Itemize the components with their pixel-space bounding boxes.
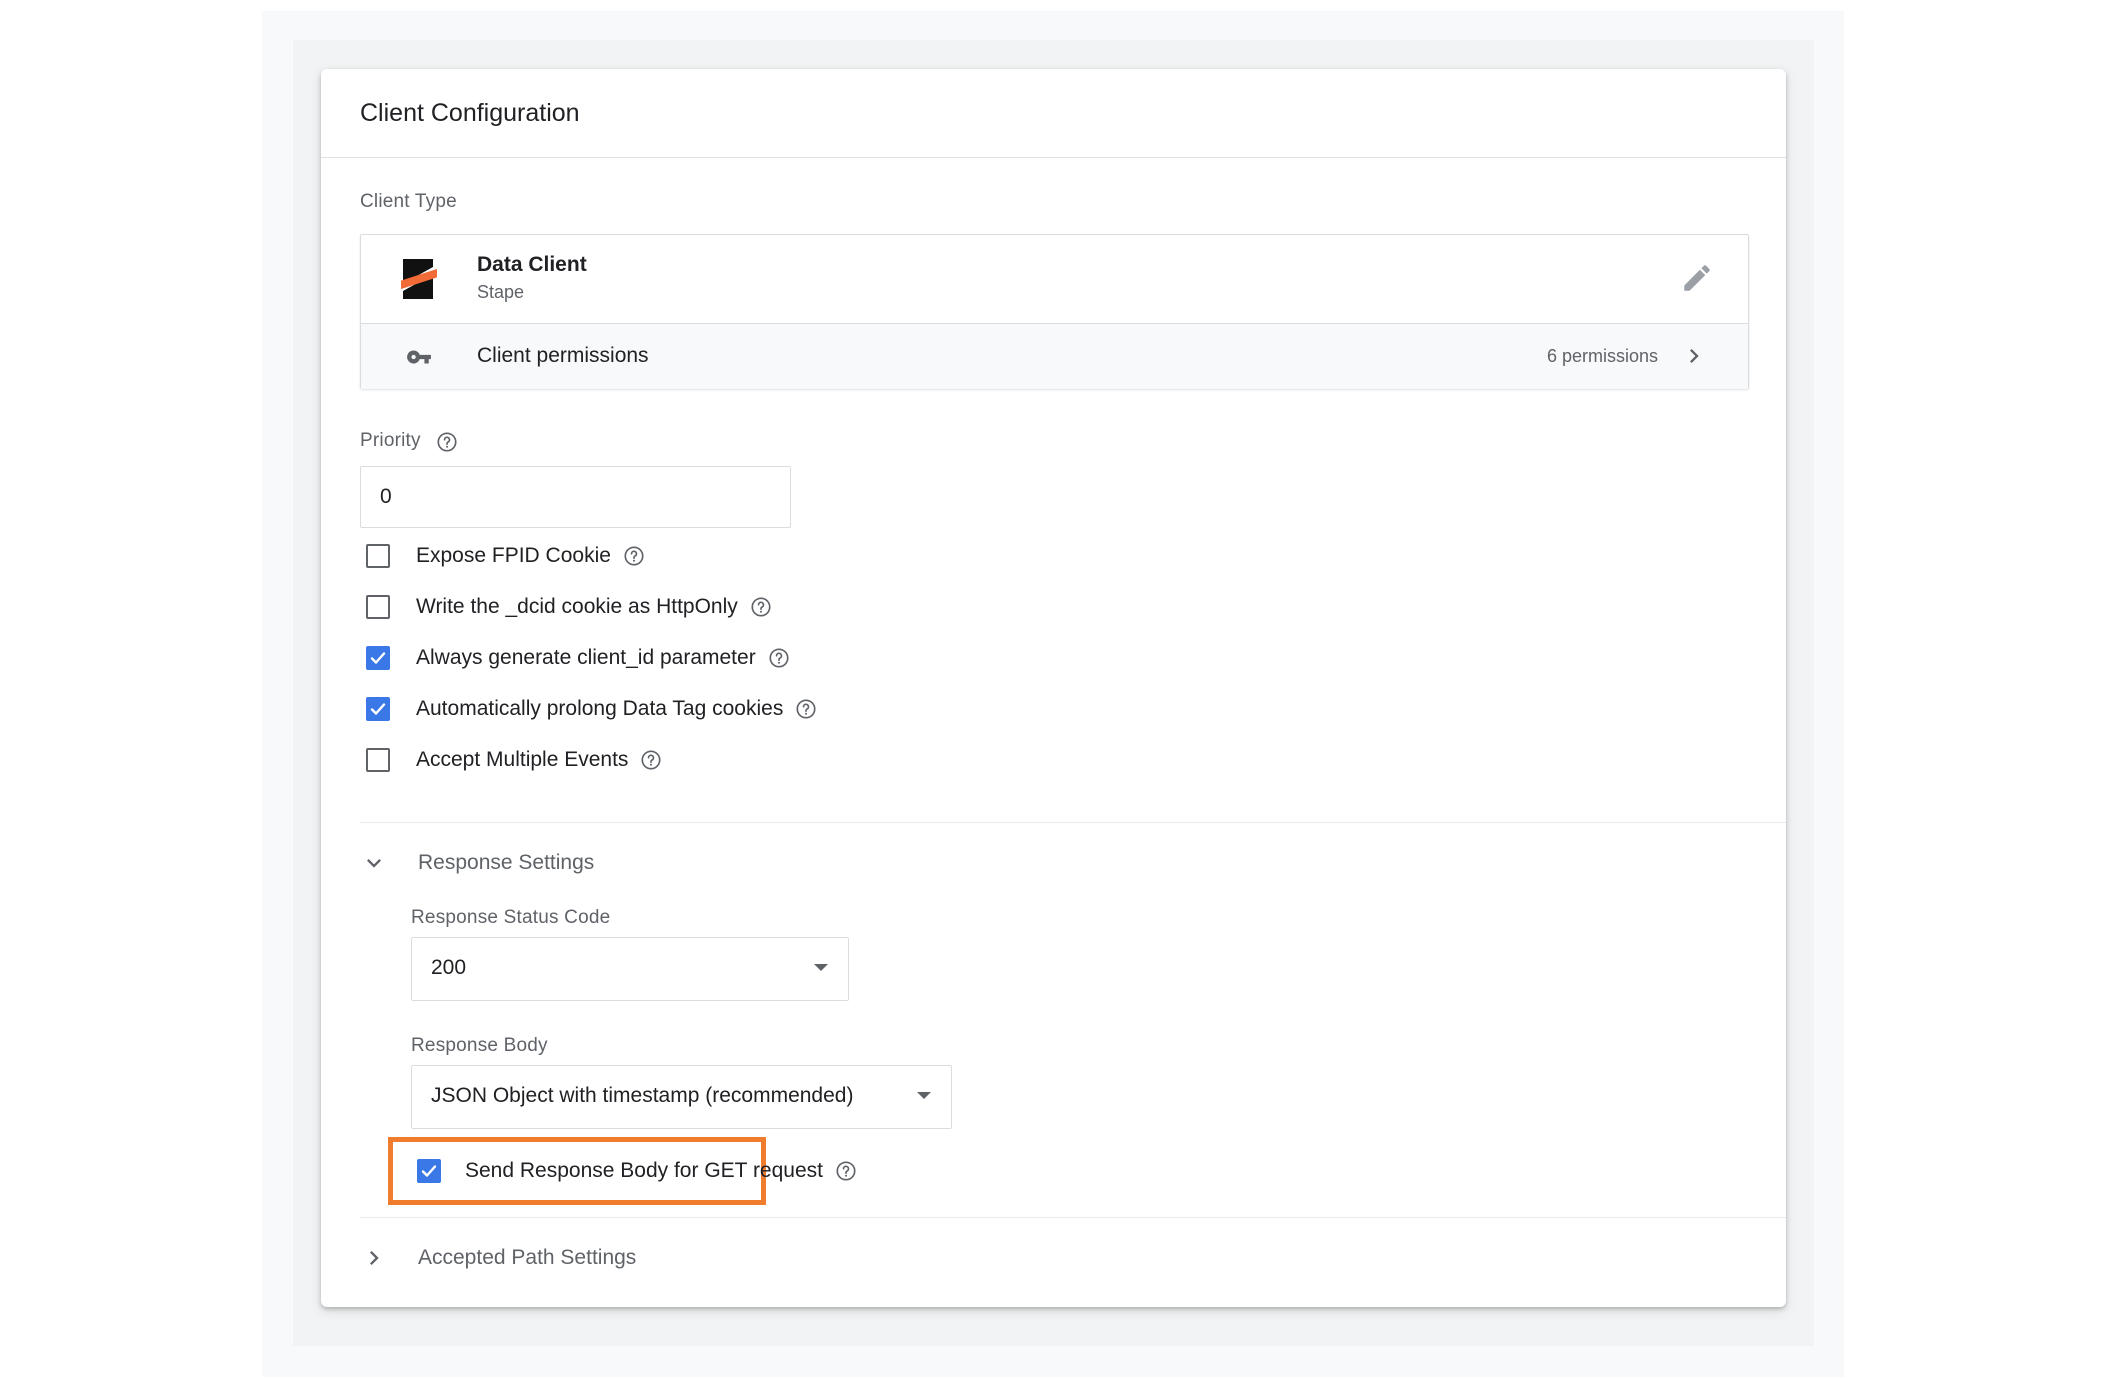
chevron-right-icon[interactable]: [1680, 342, 1708, 370]
accepted-path-settings-header[interactable]: Accepted Path Settings: [360, 1240, 636, 1276]
permissions-count: 6 permissions: [1546, 346, 1658, 366]
prolong-data-tag-cookies-option[interactable]: Automatically prolong Data Tag cookies: [366, 693, 817, 725]
checkbox-label: Write the _dcid cookie as HttpOnly: [416, 595, 738, 618]
chevron-right-icon: [370, 1251, 379, 1265]
help-icon[interactable]: [640, 749, 662, 771]
key-icon: [407, 350, 431, 364]
response-status-code-select[interactable]: 200: [411, 937, 849, 1001]
priority-help-icon[interactable]: [436, 431, 458, 453]
checkbox-label: Automatically prolong Data Tag cookies: [416, 697, 784, 720]
accepted-path-settings-title: Accepted Path Settings: [418, 1246, 637, 1269]
priority-input[interactable]: [360, 466, 791, 528]
prolong-data-tag-cookies-checkbox[interactable]: [366, 697, 390, 721]
help-icon[interactable]: [623, 545, 645, 567]
help-icon[interactable]: [768, 647, 790, 669]
client-name: Data Client: [477, 253, 587, 276]
priority-label: Priority: [360, 430, 421, 451]
client-type-row: Data Client Stape: [361, 235, 1748, 323]
dropdown-arrow-icon: [917, 1092, 931, 1099]
dropdown-arrow-icon: [814, 964, 828, 971]
card-title: Client Configuration: [360, 99, 580, 127]
accept-multiple-events-checkbox[interactable]: [366, 748, 390, 772]
divider: [360, 1217, 1786, 1218]
response-settings-header[interactable]: Response Settings: [360, 845, 594, 881]
header-divider: [321, 157, 1786, 158]
expose-fpid-cookie-option[interactable]: Expose FPID Cookie: [366, 540, 645, 572]
client-type-label: Client Type: [360, 191, 457, 212]
edit-pencil-icon[interactable]: [1680, 261, 1714, 295]
client-vendor: Stape: [477, 282, 525, 302]
client-permissions-row[interactable]: Client permissions 6 permissions: [361, 323, 1748, 389]
response-body-label: Response Body: [411, 1035, 548, 1056]
expose-fpid-cookie-checkbox[interactable]: [366, 544, 390, 568]
client-type-box: Data Client Stape Client permissions 6 p…: [360, 234, 1749, 389]
checkmark-icon: [370, 652, 386, 664]
divider: [360, 822, 1786, 823]
checkmark-icon: [370, 703, 386, 715]
checkmark-icon: [421, 1165, 437, 1177]
help-icon[interactable]: [750, 596, 772, 618]
write-dcid-httponly-option[interactable]: Write the _dcid cookie as HttpOnly: [366, 591, 772, 623]
response-body-select[interactable]: JSON Object with timestamp (recommended): [411, 1065, 952, 1129]
checkbox-label: Always generate client_id parameter: [416, 646, 756, 669]
response-settings-title: Response Settings: [418, 851, 595, 874]
response-status-code-value: 200: [431, 956, 467, 979]
accept-multiple-events-option[interactable]: Accept Multiple Events: [366, 744, 662, 776]
client-permissions-label: Client permissions: [477, 344, 649, 367]
checkbox-label: Accept Multiple Events: [416, 748, 629, 771]
stape-logo-icon: [401, 259, 437, 299]
always-generate-client-id-option[interactable]: Always generate client_id parameter: [366, 642, 790, 674]
always-generate-client-id-checkbox[interactable]: [366, 646, 390, 670]
send-response-body-get-checkbox[interactable]: [417, 1159, 441, 1183]
help-icon[interactable]: [795, 698, 817, 720]
write-dcid-httponly-checkbox[interactable]: [366, 595, 390, 619]
client-configuration-card: Client Configuration Client Type Data Cl…: [321, 69, 1786, 1307]
checkbox-label: Expose FPID Cookie: [416, 544, 611, 567]
chevron-down-icon: [367, 859, 381, 868]
response-body-value: JSON Object with timestamp (recommended): [431, 1084, 854, 1107]
response-status-code-label: Response Status Code: [411, 907, 611, 928]
checkbox-label: Send Response Body for GET request: [465, 1159, 823, 1182]
help-icon[interactable]: [835, 1160, 857, 1182]
send-response-body-get-option[interactable]: Send Response Body for GET request: [417, 1155, 857, 1187]
